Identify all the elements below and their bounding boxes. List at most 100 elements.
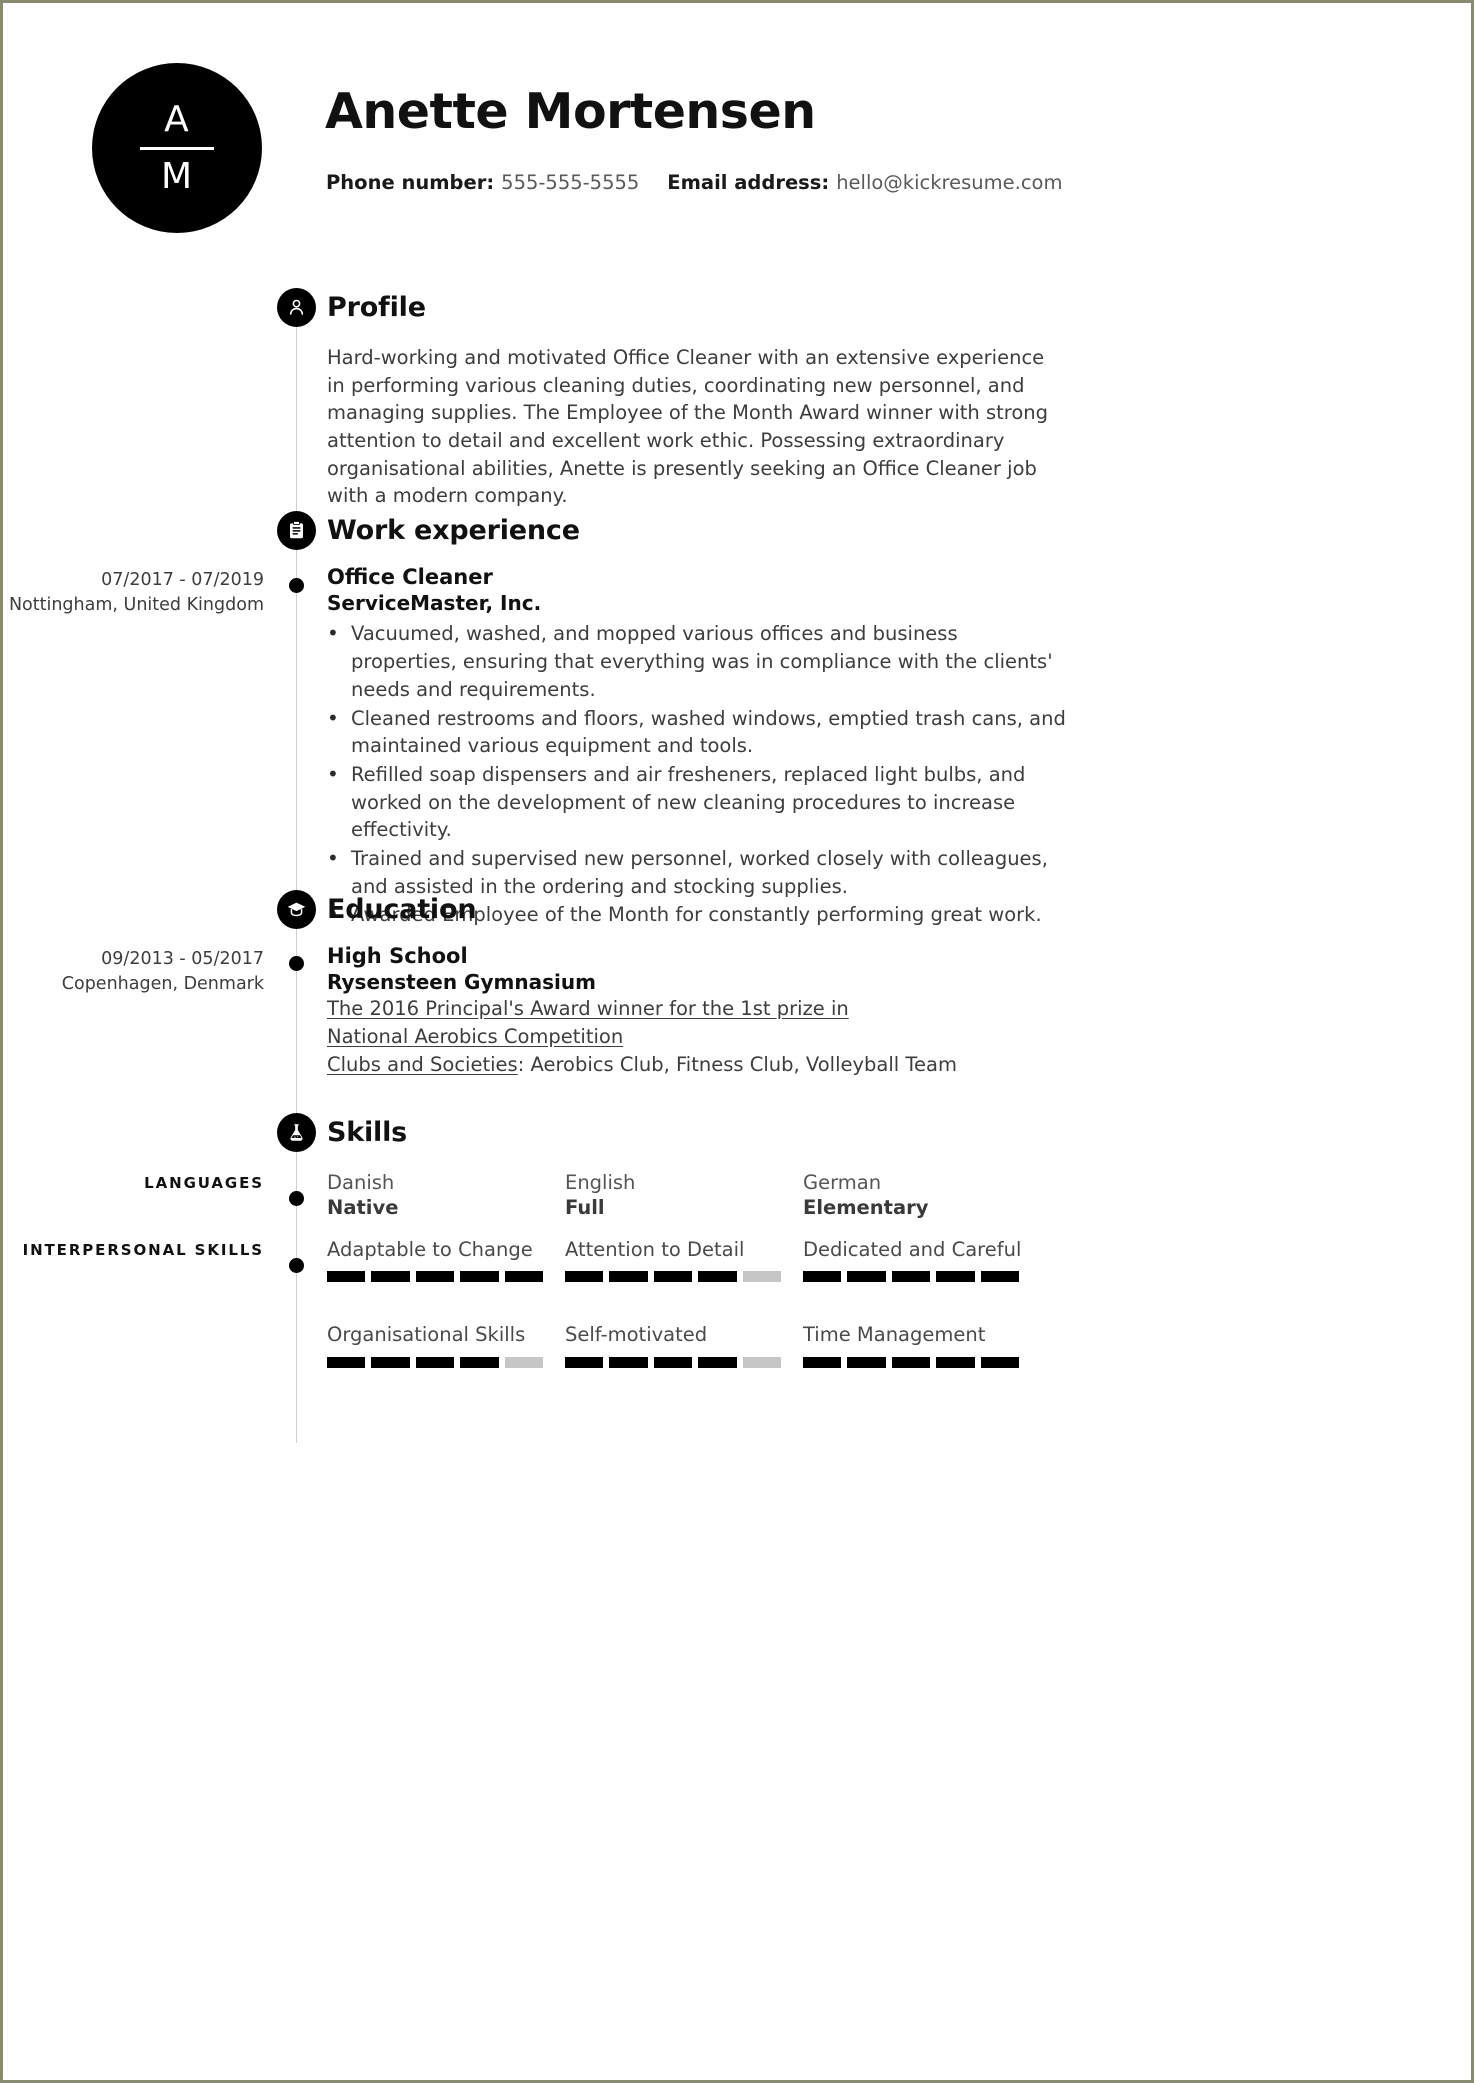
- skill-name: Dedicated and Careful: [803, 1238, 1022, 1261]
- skill-name: Attention to Detail: [565, 1238, 745, 1261]
- education-entry-degree: High School: [327, 944, 468, 968]
- skill-name: Organisational Skills: [327, 1323, 526, 1347]
- skill-item: Attention to Detail: [565, 1237, 803, 1283]
- rating-segment: [653, 1356, 693, 1368]
- rating-segment: [565, 1356, 604, 1368]
- skill-name: Adaptable to Change: [327, 1238, 533, 1261]
- phone-label: Phone number:: [326, 171, 495, 194]
- candidate-name: Anette Mortensen: [325, 83, 816, 140]
- monogram-initial-last: M: [160, 155, 194, 197]
- language-name: English: [565, 1171, 636, 1194]
- skills-group-label-interpersonal: INTERPERSONAL SKILLS: [22, 1241, 264, 1259]
- rating-segment: [460, 1271, 499, 1283]
- timeline-dot-education: [289, 956, 304, 971]
- rating-segment: [742, 1271, 782, 1283]
- rating-segment: [980, 1271, 1020, 1283]
- education-entry-location: Copenhagen, Denmark: [61, 973, 264, 994]
- skill-item: Dedicated and Careful: [803, 1237, 1041, 1283]
- person-icon: [277, 288, 316, 327]
- resume-header: A M Anette Mortensen Phone number: 555-55…: [8, 8, 1466, 308]
- rating-segment: [565, 1271, 604, 1283]
- rating-segment: [460, 1356, 499, 1368]
- rating-segment: [504, 1356, 544, 1368]
- language-level: Native: [327, 1196, 399, 1220]
- education-entry-meta: 09/2013 - 05/2017 Copenhagen, Denmark: [8, 947, 264, 997]
- rating-segment: [327, 1271, 366, 1283]
- language-level: Full: [565, 1196, 605, 1220]
- rating-segment: [698, 1271, 737, 1283]
- phone-value: 555-555-5555: [501, 171, 640, 194]
- rating-segment: [371, 1271, 410, 1283]
- language-level: Elementary: [803, 1196, 929, 1220]
- languages-grid: Danish Native English Full German Elemen…: [327, 1170, 1067, 1222]
- monogram-initial-first: A: [164, 98, 190, 140]
- language-item: English Full: [565, 1170, 803, 1222]
- work-entry-meta: 07/2017 - 07/2019 Nottingham, United Kin…: [8, 568, 264, 618]
- work-entry-organisation: ServiceMaster, Inc.: [327, 590, 542, 615]
- section-title-skills: Skills: [327, 1117, 408, 1148]
- work-entry-position: Office Cleaner: [327, 565, 493, 589]
- rating-segment: [698, 1356, 737, 1368]
- graduation-cap-icon: [277, 890, 316, 929]
- rating-segment: [609, 1271, 648, 1283]
- education-entry-school: Rysensteen Gymnasium: [327, 969, 596, 994]
- section-title-work-experience: Work experience: [327, 515, 580, 546]
- timeline-dot-interpersonal: [289, 1258, 304, 1273]
- timeline-dot-languages: [289, 1191, 304, 1206]
- language-name: Danish: [327, 1171, 395, 1194]
- skill-rating: [803, 1356, 1020, 1368]
- rating-segment: [980, 1356, 1020, 1368]
- rating-segment: [803, 1356, 842, 1368]
- skill-item: Time Management: [803, 1322, 1041, 1368]
- work-bullet: Vacuumed, washed, and mopped various off…: [327, 619, 1067, 703]
- skill-name: Self-motivated: [565, 1323, 708, 1347]
- rating-segment: [609, 1356, 648, 1368]
- skill-item: Organisational Skills: [327, 1322, 565, 1368]
- education-entry-award: The 2016 Principal's Award winner for th…: [327, 997, 849, 1049]
- work-entry-dates: 07/2017 - 07/2019: [101, 570, 264, 590]
- rating-segment: [653, 1271, 693, 1283]
- email-label: Email address:: [667, 171, 830, 194]
- rating-segment: [847, 1271, 886, 1283]
- education-entry-dates: 09/2013 - 05/2017: [101, 949, 264, 969]
- rating-segment: [936, 1356, 975, 1368]
- education-entry-clubs: Clubs and Societies: Aerobics Club, Fitn…: [327, 1051, 1067, 1079]
- rating-segment: [847, 1356, 886, 1368]
- skill-rating: [327, 1356, 544, 1368]
- rating-segment: [936, 1271, 975, 1283]
- skill-rating: [565, 1271, 782, 1283]
- work-entry-body: Office Cleaner ServiceMaster, Inc. Vacuu…: [327, 564, 1067, 930]
- skills-group-label-languages: LANGUAGES: [144, 1174, 264, 1192]
- skill-rating: [327, 1271, 544, 1283]
- profile-summary: Hard-working and motivated Office Cleane…: [327, 346, 1049, 508]
- rating-segment: [504, 1271, 544, 1283]
- skill-item: Self-motivated: [565, 1322, 803, 1368]
- rating-segment: [891, 1356, 931, 1368]
- work-entry-location: Nottingham, United Kingdom: [8, 594, 264, 615]
- education-clubs-value: : Aerobics Club, Fitness Club, Volleybal…: [517, 1052, 957, 1076]
- rating-segment: [803, 1271, 842, 1283]
- resume-page-inner: A M Anette Mortensen Phone number: 555-55…: [7, 7, 1467, 2076]
- skill-rating: [803, 1271, 1020, 1283]
- resume-page: A M Anette Mortensen Phone number: 555-55…: [0, 0, 1474, 2083]
- flask-icon: [277, 1113, 316, 1152]
- skill-name: Time Management: [803, 1323, 986, 1347]
- monogram-divider: [140, 146, 214, 150]
- skill-rating: [565, 1356, 782, 1368]
- work-entry-bullet-list: Vacuumed, washed, and mopped various off…: [327, 619, 1067, 929]
- section-title-profile: Profile: [327, 292, 426, 323]
- language-name: German: [803, 1171, 882, 1194]
- interpersonal-skills-grid: Adaptable to Change Attention to Detail …: [327, 1237, 1067, 1368]
- skill-item: Adaptable to Change: [327, 1237, 565, 1283]
- rating-segment: [742, 1356, 782, 1368]
- profile-text-block: Hard-working and motivated Office Cleane…: [327, 344, 1067, 510]
- rating-segment: [327, 1356, 366, 1368]
- email-value: hello@kickresume.com: [836, 171, 1063, 194]
- monogram-avatar: A M: [92, 63, 262, 233]
- timeline-dot-work: [289, 578, 304, 593]
- work-bullet: Refilled soap dispensers and air freshen…: [327, 760, 1067, 844]
- rating-segment: [371, 1356, 410, 1368]
- clipboard-icon: [277, 511, 316, 550]
- education-entry-body: High School Rysensteen Gymnasium The 201…: [327, 943, 1067, 1079]
- contact-line: Phone number: 555-555-5555 Email address: h…: [326, 171, 1062, 194]
